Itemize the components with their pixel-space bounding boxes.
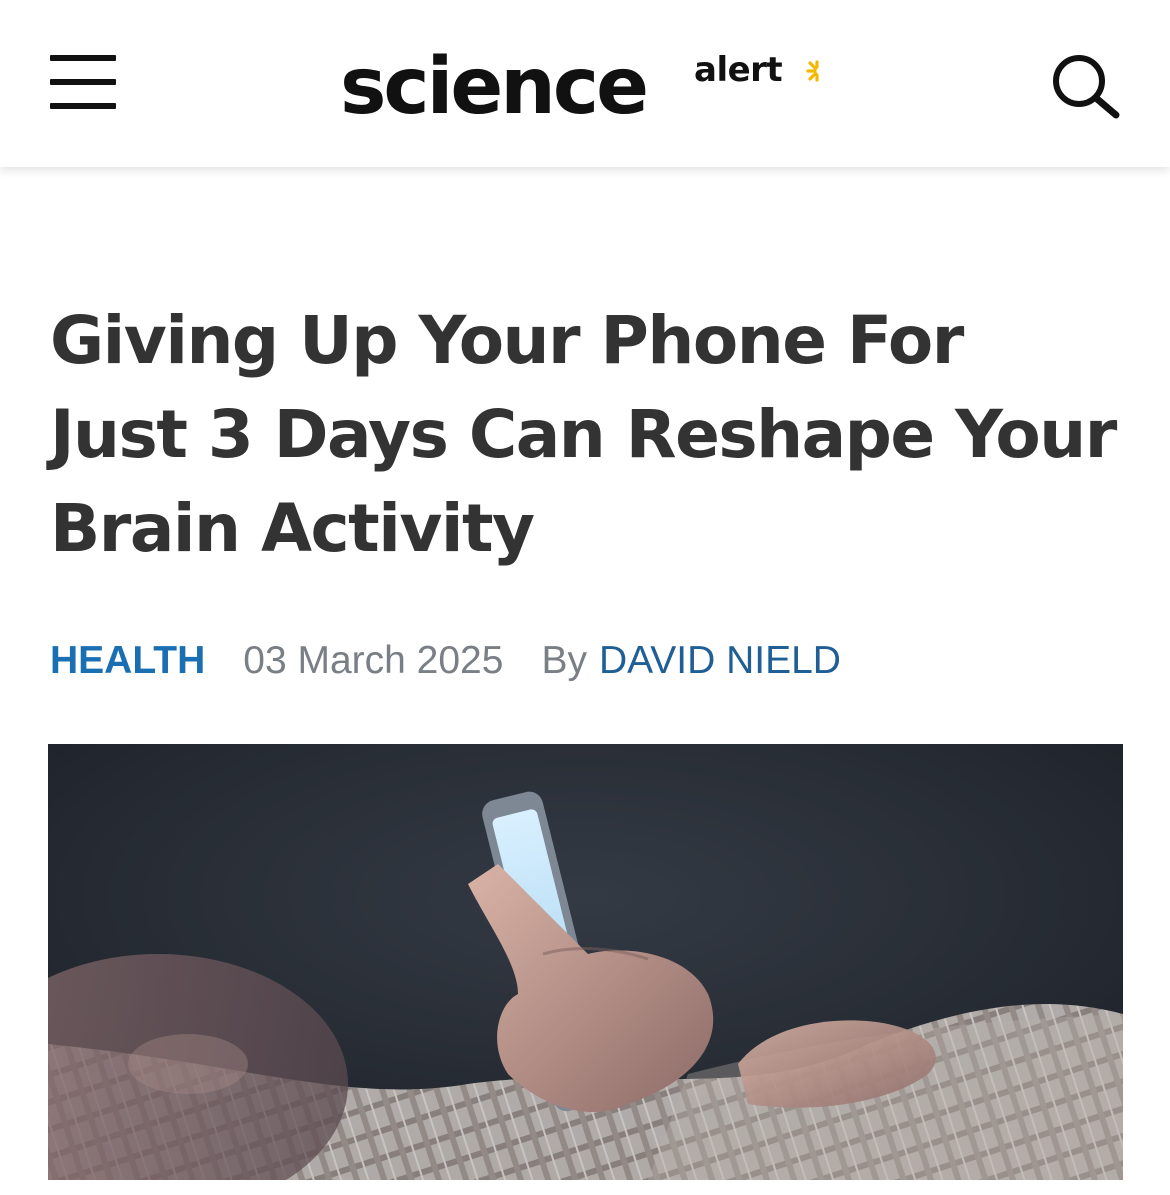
- search-icon[interactable]: [1050, 52, 1122, 120]
- category-link[interactable]: HEALTH: [50, 639, 205, 683]
- publish-date: 03 March 2025: [243, 639, 504, 682]
- author-link[interactable]: DAVID NIELD: [599, 639, 841, 683]
- article-meta: HEALTH 03 March 2025 By DAVID NIELD: [50, 636, 841, 686]
- site-logo[interactable]: science alert: [340, 42, 840, 132]
- article-title: Giving Up Your Phone For Just 3 Days Can…: [50, 302, 1117, 567]
- logo-burst-icon: [806, 60, 819, 82]
- hamburger-menu-icon[interactable]: [50, 55, 118, 113]
- logo-wordmark: science: [340, 42, 649, 132]
- site-header: science alert: [0, 0, 1170, 167]
- hero-photo-illustration: [48, 744, 1123, 1180]
- hero-image[interactable]: [48, 744, 1123, 1180]
- logo-subword: alert: [694, 50, 783, 90]
- byline-prefix: By: [541, 639, 587, 682]
